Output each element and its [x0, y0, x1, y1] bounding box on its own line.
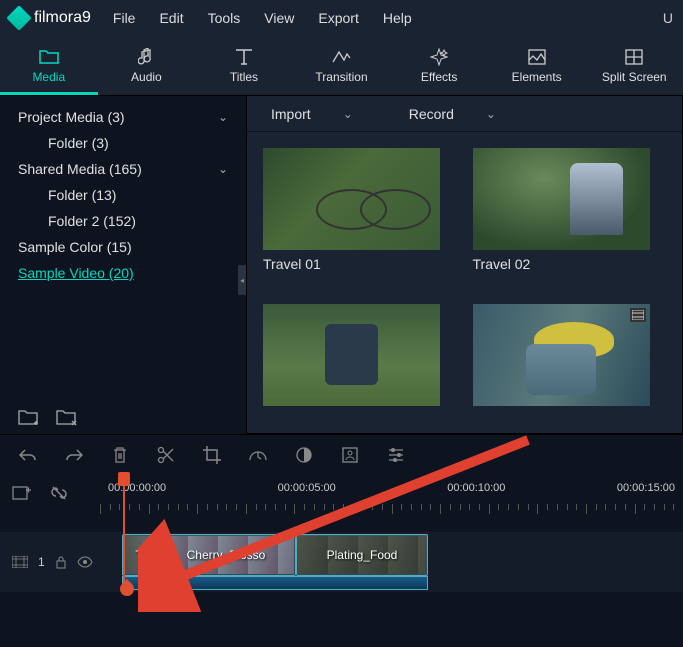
greenscreen-button[interactable]: [340, 445, 360, 465]
lock-icon[interactable]: [55, 555, 67, 569]
image-icon: [527, 48, 547, 66]
main-tabs: Media Audio Titles Transition Effects El…: [0, 36, 683, 96]
clip[interactable]: Plating_Food: [296, 534, 428, 576]
media-panel: Import⌄ Record⌄ Travel 01 Travel 02: [246, 96, 683, 434]
tree-sample-color[interactable]: Sample Color (15): [0, 234, 246, 260]
media-item[interactable]: Travel 02: [473, 148, 667, 292]
timeline-ruler[interactable]: 00:00:00:00 00:00:05:00 00:00:10:00 00:0…: [100, 474, 683, 528]
timeline-header: 00:00:00:00 00:00:05:00 00:00:10:00 00:0…: [0, 474, 683, 528]
menu-help[interactable]: Help: [373, 4, 422, 32]
media-item[interactable]: Travel 01: [263, 148, 457, 292]
menu-tools[interactable]: Tools: [198, 4, 251, 32]
transition-icon: [332, 48, 352, 66]
music-icon: [136, 48, 156, 66]
menu-view[interactable]: View: [254, 4, 304, 32]
titlebar: filmora9 File Edit Tools View Export Hel…: [0, 0, 683, 36]
tree-folder-1[interactable]: Folder (3): [0, 130, 246, 156]
chevron-down-icon: ⌄: [343, 107, 353, 121]
filmstrip-icon: [630, 308, 646, 322]
media-item[interactable]: [473, 304, 667, 426]
track-number: 1: [38, 555, 45, 569]
tree-project-media[interactable]: Project Media (3)⌄: [0, 104, 246, 130]
clip[interactable]: T: [122, 534, 156, 576]
import-dropdown[interactable]: Import⌄: [271, 106, 353, 122]
redo-button[interactable]: [64, 445, 84, 465]
record-dropdown[interactable]: Record⌄: [409, 106, 496, 122]
video-track[interactable]: 1 T Cherry_Blosso Plating_Food: [0, 532, 683, 592]
undo-button[interactable]: [18, 445, 38, 465]
media-thumbnail: [263, 304, 440, 406]
text-icon: [234, 48, 254, 66]
folder-icon: [39, 48, 59, 66]
new-folder-button[interactable]: [18, 408, 40, 426]
delete-button[interactable]: [110, 445, 130, 465]
tree-folder-3[interactable]: Folder 2 (152): [0, 208, 246, 234]
app-logo: filmora9: [10, 9, 91, 27]
tab-media[interactable]: Media: [0, 36, 98, 95]
adjust-button[interactable]: [386, 445, 406, 465]
track-area: 1 T Cherry_Blosso Plating_Food: [0, 532, 683, 600]
tree-folder-2[interactable]: Folder (13): [0, 182, 246, 208]
audio-strip[interactable]: [122, 576, 428, 590]
playhead[interactable]: [123, 474, 125, 594]
speed-button[interactable]: [248, 445, 268, 465]
split-icon: [624, 48, 644, 66]
tab-transition[interactable]: Transition: [293, 36, 391, 95]
media-thumbnail: [263, 148, 440, 250]
tab-splitscreen[interactable]: Split Screen: [585, 36, 683, 95]
eye-icon[interactable]: [77, 556, 93, 568]
unlink-button[interactable]: [50, 484, 68, 502]
chevron-down-icon: ⌄: [218, 162, 228, 176]
chevron-down-icon: ⌄: [486, 107, 496, 121]
tree-sample-video[interactable]: Sample Video (20): [0, 260, 246, 286]
menu-edit[interactable]: Edit: [149, 4, 193, 32]
media-thumbnail: [473, 148, 650, 250]
tab-titles[interactable]: Titles: [195, 36, 293, 95]
app-name: filmora9: [34, 9, 91, 27]
media-sidebar: Project Media (3)⌄ Folder (3) Shared Med…: [0, 96, 246, 434]
menu-file[interactable]: File: [103, 4, 146, 32]
tab-effects[interactable]: Effects: [390, 36, 488, 95]
color-button[interactable]: [294, 445, 314, 465]
split-button[interactable]: [156, 445, 176, 465]
filmstrip-icon: [12, 556, 28, 568]
logo-icon: [6, 5, 31, 30]
tab-elements[interactable]: Elements: [488, 36, 586, 95]
track-content[interactable]: T Cherry_Blosso Plating_Food: [100, 532, 683, 592]
ruler-ticks: [100, 504, 683, 516]
crop-button[interactable]: [202, 445, 222, 465]
tree-shared-media[interactable]: Shared Media (165)⌄: [0, 156, 246, 182]
sparkle-icon: [429, 48, 449, 66]
titlebar-right: U: [663, 10, 673, 26]
tab-audio[interactable]: Audio: [98, 36, 196, 95]
edit-toolbar: [0, 434, 683, 474]
clip[interactable]: Cherry_Blosso: [156, 534, 296, 576]
add-marker-button[interactable]: [12, 484, 32, 502]
chevron-down-icon: ⌄: [218, 110, 228, 124]
media-thumbnail: [473, 304, 650, 406]
collapse-sidebar-button[interactable]: ◂: [238, 265, 246, 295]
menu-export[interactable]: Export: [308, 4, 368, 32]
delete-folder-button[interactable]: [56, 408, 78, 426]
media-item[interactable]: [263, 304, 457, 426]
